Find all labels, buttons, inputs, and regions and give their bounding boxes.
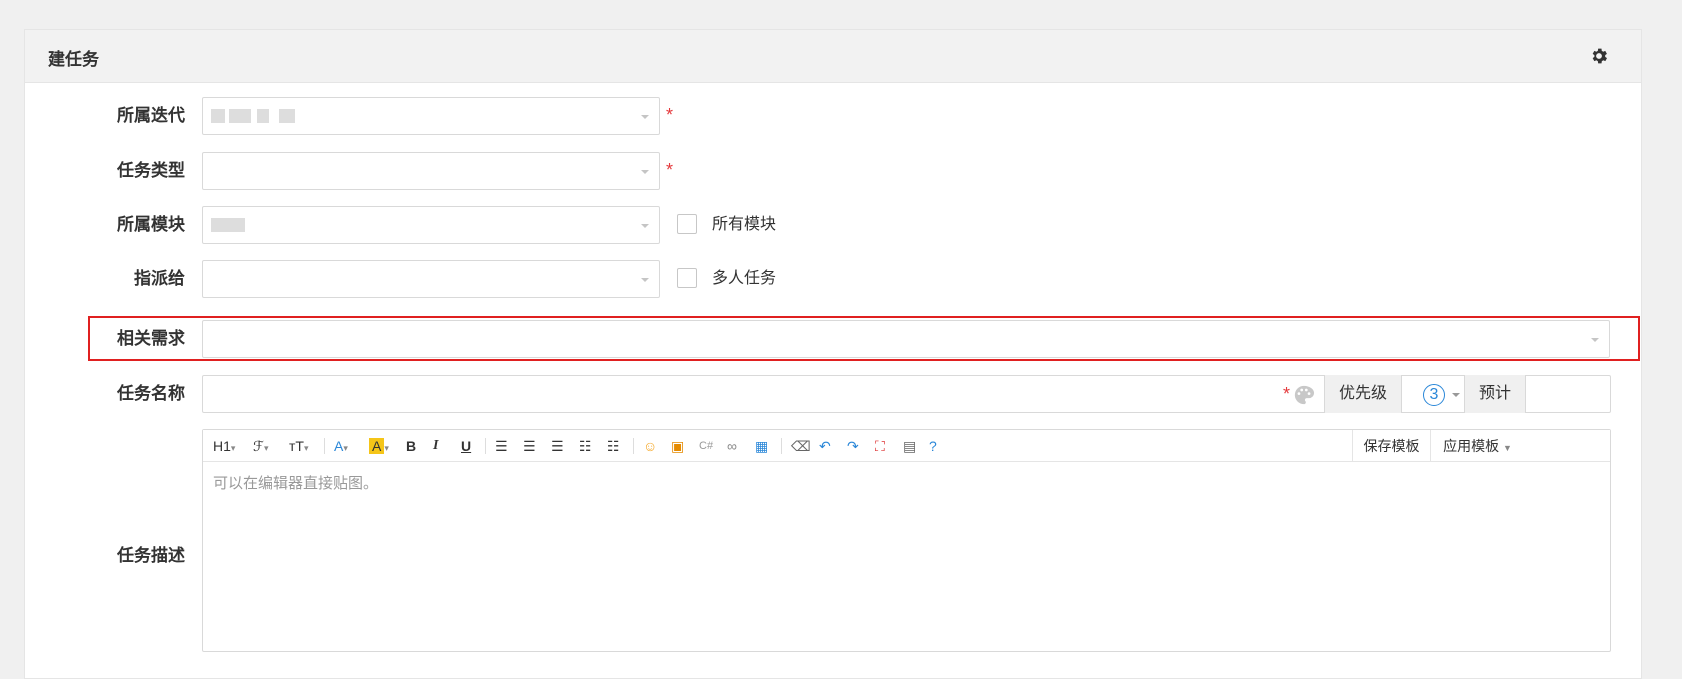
blurred-text [229, 109, 251, 123]
align-left-icon[interactable]: ☰ [495, 436, 508, 456]
chevron-down-icon [641, 224, 649, 228]
table-icon[interactable]: ▦ [755, 436, 768, 456]
blurred-text [211, 109, 225, 123]
palette-icon[interactable] [1293, 384, 1315, 406]
required-mark: * [1282, 384, 1290, 404]
ordered-list-icon[interactable]: ☷ [579, 436, 592, 456]
image-icon[interactable]: ▣ [671, 436, 684, 456]
chevron-down-icon[interactable] [1452, 393, 1460, 397]
blurred-text [279, 109, 295, 123]
bg-color-button[interactable]: A ▾ [369, 436, 389, 456]
task-type-label: 任务类型 [117, 161, 185, 180]
description-editor: H1▾ ℱ▾ тT▾ A▾ A ▾ B I U ☰ ☰ ☰ ☷ ☷ ☺ ▣ C# … [202, 429, 1611, 652]
assignee-label: 指派给 [134, 269, 185, 288]
italic-button[interactable]: I [433, 436, 438, 456]
toolbar-divider [324, 438, 325, 454]
underline-button[interactable]: U [461, 436, 471, 456]
iteration-select[interactable] [202, 97, 660, 135]
iteration-row: 所属迭代 * [25, 97, 1643, 135]
priority-select[interactable]: 3 [1423, 384, 1445, 406]
save-template-button[interactable]: 保存模板 [1352, 430, 1430, 462]
paste-icon[interactable]: ▤ [903, 436, 916, 456]
assignee-row: 指派给 多人任务 [25, 260, 1643, 298]
all-modules-label: 所有模块 [712, 216, 777, 233]
module-label: 所属模块 [117, 215, 185, 234]
panel-title: 建任务 [48, 50, 99, 69]
all-modules-checkbox[interactable] [677, 214, 697, 234]
multi-task-checkbox[interactable] [677, 268, 697, 288]
eraser-icon[interactable]: ⌫ [791, 436, 811, 456]
align-right-icon[interactable]: ☰ [551, 436, 564, 456]
apply-template-button[interactable]: 应用模板 ▼ [1430, 430, 1524, 462]
help-icon[interactable]: ? [929, 436, 937, 456]
code-icon[interactable]: C# [699, 436, 713, 456]
font-family-button[interactable]: ℱ▾ [253, 436, 269, 456]
emoji-icon[interactable]: ☺ [643, 436, 657, 456]
story-row: 相关需求 [25, 320, 1643, 358]
task-name-input[interactable]: * 优先级 3 预计 [202, 375, 1611, 413]
editor-placeholder[interactable]: 可以在编辑器直接贴图。 [213, 472, 378, 493]
required-mark: * [666, 160, 674, 180]
undo-icon[interactable]: ↶ [819, 436, 831, 456]
story-select[interactable] [202, 320, 1610, 358]
multi-task-label: 多人任务 [712, 270, 777, 287]
module-row: 所属模块 所有模块 [25, 206, 1643, 244]
toolbar-divider [781, 438, 782, 454]
unordered-list-icon[interactable]: ☷ [607, 436, 620, 456]
editor-toolbar: H1▾ ℱ▾ тT▾ A▾ A ▾ B I U ☰ ☰ ☰ ☷ ☷ ☺ ▣ C# … [203, 430, 1610, 462]
task-name-label: 任务名称 [117, 384, 185, 403]
panel-header: 建任务 [25, 30, 1641, 83]
gear-icon[interactable] [1589, 46, 1609, 66]
toolbar-divider [485, 438, 486, 454]
chevron-down-icon [1591, 338, 1599, 342]
chevron-down-icon [641, 170, 649, 174]
link-icon[interactable]: ∞ [727, 436, 737, 456]
module-select[interactable] [202, 206, 660, 244]
task-type-select[interactable] [202, 152, 660, 190]
blurred-text [211, 218, 245, 232]
description-label: 任务描述 [117, 546, 185, 565]
task-type-row: 任务类型 * [25, 152, 1643, 190]
iteration-label: 所属迭代 [117, 106, 185, 125]
assignee-select[interactable] [202, 260, 660, 298]
blurred-text [257, 109, 269, 123]
font-color-button[interactable]: A▾ [334, 436, 348, 456]
align-center-icon[interactable]: ☰ [523, 436, 536, 456]
bold-button[interactable]: B [406, 436, 416, 456]
chevron-down-icon [641, 115, 649, 119]
toolbar-divider [633, 438, 634, 454]
priority-label: 优先级 [1324, 375, 1402, 413]
redo-icon[interactable]: ↷ [847, 436, 859, 456]
create-task-panel: 建任务 所属迭代 * 任务类型 * 所属模块 所有模块 指派给 多人任务 相关需… [24, 29, 1642, 679]
story-label: 相关需求 [117, 329, 185, 348]
task-name-row: 任务名称 * 优先级 3 预计 [25, 375, 1643, 413]
font-size-button[interactable]: тT▾ [289, 436, 309, 456]
heading-button[interactable]: H1▾ [213, 436, 235, 456]
estimate-label: 预计 [1464, 375, 1526, 413]
chevron-down-icon [641, 278, 649, 282]
fullscreen-icon[interactable]: ⛶ [875, 436, 885, 456]
required-mark: * [666, 105, 674, 125]
